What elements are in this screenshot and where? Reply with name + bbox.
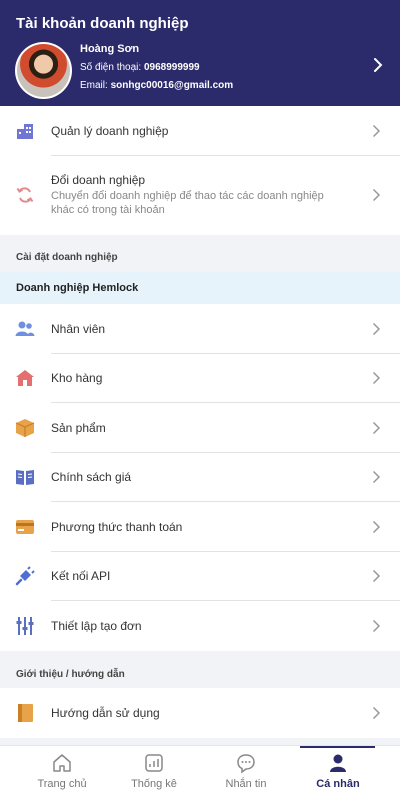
person-icon <box>330 754 346 772</box>
settings-item-payment-methods[interactable]: Phương thức thanh toán <box>0 502 400 552</box>
settings-section-title: Cài đặt doanh nghiệp <box>16 252 118 263</box>
settings-item-label: Thiết lập tạo đơn <box>51 618 142 633</box>
box-icon <box>15 418 35 438</box>
home-icon <box>53 754 71 772</box>
chevron-right-icon[interactable] <box>373 57 383 73</box>
settings-item-price-policy[interactable]: Chính sách giá <box>0 453 400 502</box>
tab-label: Cá nhân <box>316 778 360 790</box>
chevron-right-icon <box>372 421 381 434</box>
switch-business-item[interactable]: Đổi doanh nghiệp Chuyển đổi doanh nghiệp… <box>0 156 400 235</box>
settings-item-label: Sản phẩm <box>51 420 106 435</box>
manage-business-item[interactable]: Quản lý doanh nghiệp <box>0 106 400 156</box>
settings-item-warehouse[interactable]: Kho hàng <box>0 354 400 403</box>
tab-label: Nhắn tin <box>225 778 267 790</box>
chevron-right-icon <box>372 471 381 484</box>
business-name-band: Doanh nghiệp Hemlock <box>0 272 400 304</box>
building-icon <box>15 121 35 141</box>
settings-item-label: Kết nối API <box>51 569 111 584</box>
tab-label: Trang chủ <box>37 778 87 790</box>
settings-item-label: Nhân viên <box>51 321 106 336</box>
warehouse-icon <box>15 368 35 388</box>
settings-item-label: Phương thức thanh toán <box>51 519 183 534</box>
chart-icon <box>145 754 163 772</box>
guide-item-label: Hướng dẫn sử dụng <box>51 705 160 720</box>
tab-statistics[interactable]: Thống kê <box>104 746 204 800</box>
credit-card-icon <box>15 517 35 537</box>
settings-item-label: Chính sách giá <box>51 470 132 485</box>
chevron-right-icon <box>372 520 381 533</box>
users-icon <box>15 319 35 339</box>
guide-section-title: Giới thiệu / hướng dẫn <box>16 669 125 680</box>
user-phone: Số điện thoại: 0968999999 <box>80 62 200 73</box>
tab-profile[interactable]: Cá nhân <box>288 746 388 800</box>
chevron-right-icon <box>372 188 381 202</box>
guide-item-user-manual[interactable]: Hướng dẫn sử dụng <box>0 688 400 738</box>
manage-business-label: Quản lý doanh nghiệp <box>51 123 169 138</box>
plug-icon <box>15 566 35 586</box>
bottom-tab-bar: Trang chủ Thống kê Nhắn tin Cá nhân <box>0 745 400 800</box>
refresh-icon <box>15 185 35 205</box>
guide-list: Hướng dẫn sử dụng <box>0 688 400 738</box>
settings-item-order-setup[interactable]: Thiết lập tạo đơn <box>0 601 400 651</box>
chevron-right-icon <box>372 372 381 385</box>
chevron-right-icon <box>372 619 381 632</box>
account-section: Quản lý doanh nghiệp Đổi doanh nghiệp Ch… <box>0 106 400 235</box>
chevron-right-icon <box>372 706 381 719</box>
book-icon <box>15 467 35 487</box>
tab-home[interactable]: Trang chủ <box>12 746 112 800</box>
page-title: Tài khoản doanh nghiệp <box>16 15 189 32</box>
settings-item-label: Kho hàng <box>51 371 103 386</box>
user-email: Email: sonhgc00016@gmail.com <box>80 80 234 91</box>
sliders-icon <box>15 616 35 636</box>
tab-messages[interactable]: Nhắn tin <box>196 746 296 800</box>
chevron-right-icon <box>372 124 381 137</box>
switch-business-description: Chuyển đổi doanh nghiệp để thao tác các … <box>51 190 324 216</box>
chat-icon <box>237 754 255 774</box>
settings-item-products[interactable]: Sản phẩm <box>0 403 400 453</box>
user-name: Hoàng Sơn <box>80 43 140 55</box>
business-name: Doanh nghiệp Hemlock <box>16 282 139 294</box>
chevron-right-icon <box>372 570 381 583</box>
tab-label: Thống kê <box>131 778 177 790</box>
switch-business-label: Đổi doanh nghiệp <box>51 173 146 187</box>
settings-item-api[interactable]: Kết nối API <box>0 552 400 601</box>
settings-item-staff[interactable]: Nhân viên <box>0 304 400 354</box>
account-header[interactable]: Tài khoản doanh nghiệp Hoàng Sơn Số điện… <box>0 0 400 106</box>
guide-book-icon <box>15 703 35 723</box>
avatar[interactable] <box>15 42 72 99</box>
chevron-right-icon <box>372 322 381 335</box>
settings-list: Nhân viên Kho hàng Sản phẩm Chính sách g… <box>0 304 400 651</box>
